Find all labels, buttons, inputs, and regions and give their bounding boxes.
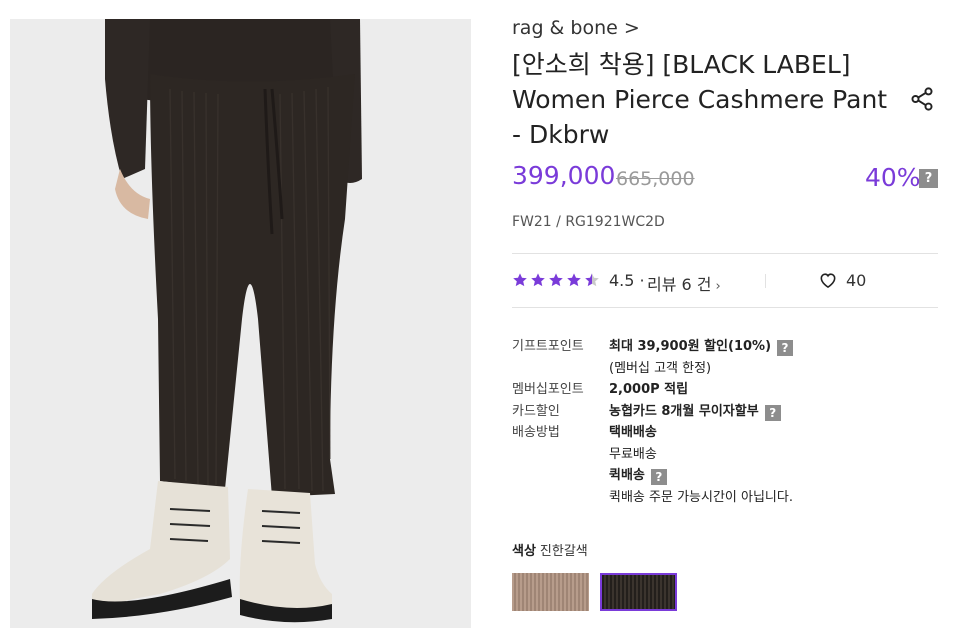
benefit-value: 농협카드 8개월 무이자할부? [609,401,781,423]
product-image [10,19,471,628]
brand-link[interactable]: rag & bone > [512,17,640,39]
product-title: [안소희 착용] [BLACK LABEL] Women Pierce Cash… [512,50,888,149]
discount-help-icon[interactable]: ? [919,169,938,188]
like-button[interactable]: 40 [818,270,866,290]
star-icon [567,273,581,287]
discount-rate: 40% [865,163,921,192]
sale-price: 399,000 [512,161,616,190]
original-price: 665,000 [616,168,695,190]
benefit-label: 멤버십포인트 [512,382,584,397]
help-icon[interactable]: ? [777,340,794,356]
chevron-right-icon: › [715,279,721,294]
share-icon [911,87,933,111]
benefit-value: 택배배송 [609,425,657,440]
divider [512,307,938,308]
divider [512,253,938,254]
quick-delivery-text: 퀵배송 [609,468,645,483]
heart-icon [820,273,836,289]
card-discount-text: 농협카드 8개월 무이자할부 [609,403,759,419]
benefit-label: 기프트포인트 [512,339,584,354]
star-icon [513,273,527,287]
color-label-title: 색상 [512,544,536,559]
share-button[interactable] [909,86,935,112]
star-icon [549,273,563,287]
like-count: 40 [846,270,867,290]
rating-score: 4.5 · [609,271,645,290]
benefit-label: 배송방법 [512,425,560,440]
help-icon[interactable]: ? [764,404,781,421]
benefit-label: 카드할인 [512,403,560,419]
color-swatch-beige[interactable] [512,573,589,611]
benefit-value: (멤버십 고객 한정) [609,360,712,376]
star-icon [531,273,545,287]
benefit-value: 퀵배송? [609,465,667,487]
review-link[interactable]: 리뷰 6 건 › [647,271,721,295]
star-half-icon [585,273,599,287]
divider [765,274,766,288]
product-code: FW21 / RG1921WC2D [512,214,665,230]
color-value: 진한갈색 [539,544,588,559]
help-icon[interactable]: ? [650,469,667,485]
benefit-value: 무료배송 [609,446,657,462]
color-swatch-dark-brown[interactable] [600,573,677,611]
gift-point-text: 최대 39,900원 할인(10%) [609,339,772,354]
color-label: 색상 진한갈색 [512,540,588,559]
product-photo [10,19,471,628]
benefit-value: 최대 39,900원 할인(10%)? [609,336,794,358]
review-count: 리뷰 6 건 [647,275,712,294]
rating-stars [512,272,600,288]
benefit-value: 퀵배송 주문 가능시간이 아닙니다. [609,489,793,505]
rating-row: 4.5 · 리뷰 6 건 › 40 [512,270,938,295]
benefit-value: 2,000P 적립 [609,382,689,397]
